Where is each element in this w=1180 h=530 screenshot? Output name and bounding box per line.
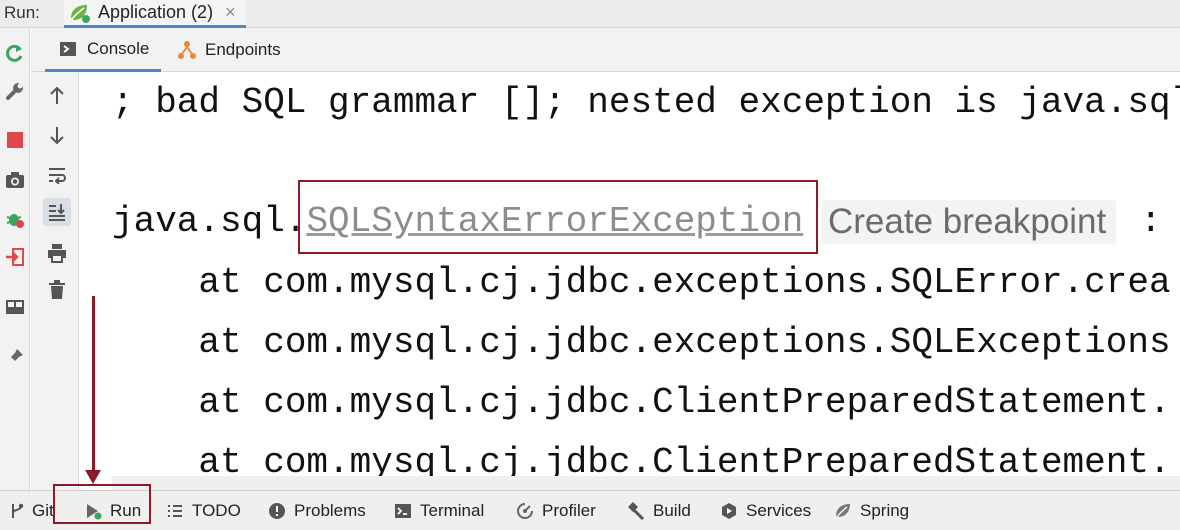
tool-build-label: Build xyxy=(653,501,691,520)
camera-icon[interactable] xyxy=(4,169,26,191)
wrench-icon[interactable] xyxy=(4,80,26,102)
annotation-arrow-head xyxy=(85,470,101,484)
create-breakpoint-hint[interactable]: Create breakpoint xyxy=(822,200,1117,244)
run-label: Run: xyxy=(4,3,40,22)
run-actions-strip xyxy=(0,28,30,490)
tool-terminal[interactable]: Terminal xyxy=(394,491,484,530)
spring-app-icon xyxy=(68,2,92,24)
tool-spring-label: Spring xyxy=(860,501,910,520)
git-branch-icon xyxy=(8,502,26,520)
annotation-arrow xyxy=(92,296,95,476)
exit-icon[interactable] xyxy=(4,246,26,268)
tool-git[interactable]: Git xyxy=(8,491,54,530)
stack-trace-line: at com.mysql.cj.jdbc.ClientPreparedState… xyxy=(112,382,1171,423)
tool-spring[interactable]: Spring xyxy=(834,491,909,530)
pin-icon[interactable] xyxy=(4,346,26,368)
close-icon[interactable]: × xyxy=(225,2,236,23)
profiler-icon xyxy=(516,502,534,520)
tool-problems-label: Problems xyxy=(294,501,366,520)
console-icon xyxy=(59,41,77,57)
arrow-up-icon[interactable] xyxy=(43,82,71,110)
endpoints-icon xyxy=(177,40,197,60)
tool-todo[interactable]: TODO xyxy=(166,491,241,530)
soft-wrap-icon[interactable] xyxy=(43,161,71,189)
layout-icon[interactable] xyxy=(4,296,26,318)
tab-console[interactable]: Console xyxy=(45,28,161,72)
tool-build[interactable]: Build xyxy=(627,491,691,530)
arrow-down-icon[interactable] xyxy=(43,121,71,149)
run-tool-window-header: Run: Application (2) × xyxy=(0,0,1180,28)
tab-console-label: Console xyxy=(87,38,150,58)
tool-services-label: Services xyxy=(746,501,812,520)
console-tabs-bar: Console Endpoints xyxy=(31,28,1180,72)
exception-highlight-box xyxy=(298,180,818,254)
console-toolbar xyxy=(31,72,79,490)
tab-endpoints-label: Endpoints xyxy=(205,40,281,59)
stack-trace-line: at com.mysql.cj.jdbc.exceptions.SQLExcep… xyxy=(112,322,1171,363)
todo-list-icon xyxy=(166,502,184,520)
tab-endpoints[interactable]: Endpoints xyxy=(177,28,281,72)
tool-todo-label: TODO xyxy=(192,501,241,520)
spring-leaf-icon xyxy=(834,502,852,520)
tool-window-bar: Git Run TODO Problems Terminal Profiler xyxy=(0,490,1180,530)
exception-colon: : xyxy=(1140,201,1162,242)
console-line: ; bad SQL grammar []; nested exception i… xyxy=(112,82,1180,123)
tool-terminal-label: Terminal xyxy=(420,501,485,520)
horizontal-scrollbar[interactable] xyxy=(112,476,1180,490)
trash-icon[interactable] xyxy=(43,276,71,304)
problems-icon xyxy=(268,502,286,520)
build-hammer-icon xyxy=(627,502,645,520)
services-icon xyxy=(720,502,738,520)
scroll-to-end-icon[interactable] xyxy=(43,198,71,226)
stop-icon[interactable] xyxy=(4,129,26,151)
run-button-highlight-box xyxy=(53,484,151,524)
tool-services[interactable]: Services xyxy=(720,491,811,530)
tool-problems[interactable]: Problems xyxy=(268,491,366,530)
terminal-icon xyxy=(394,502,412,520)
stack-trace-line: at com.mysql.cj.jdbc.exceptions.SQLError… xyxy=(112,262,1171,303)
tool-profiler[interactable]: Profiler xyxy=(516,491,596,530)
tool-git-label: Git xyxy=(32,501,54,520)
console-output[interactable]: ; bad SQL grammar []; nested exception i… xyxy=(80,72,1180,490)
exception-package: java.sql. xyxy=(112,201,307,242)
rerun-icon[interactable] xyxy=(4,42,26,64)
debug-bug-icon[interactable] xyxy=(4,208,26,230)
print-icon[interactable] xyxy=(43,239,71,267)
run-tab-title: Application (2) xyxy=(98,2,214,22)
tool-profiler-label: Profiler xyxy=(542,501,596,520)
run-config-tab[interactable]: Application (2) × xyxy=(64,0,246,28)
